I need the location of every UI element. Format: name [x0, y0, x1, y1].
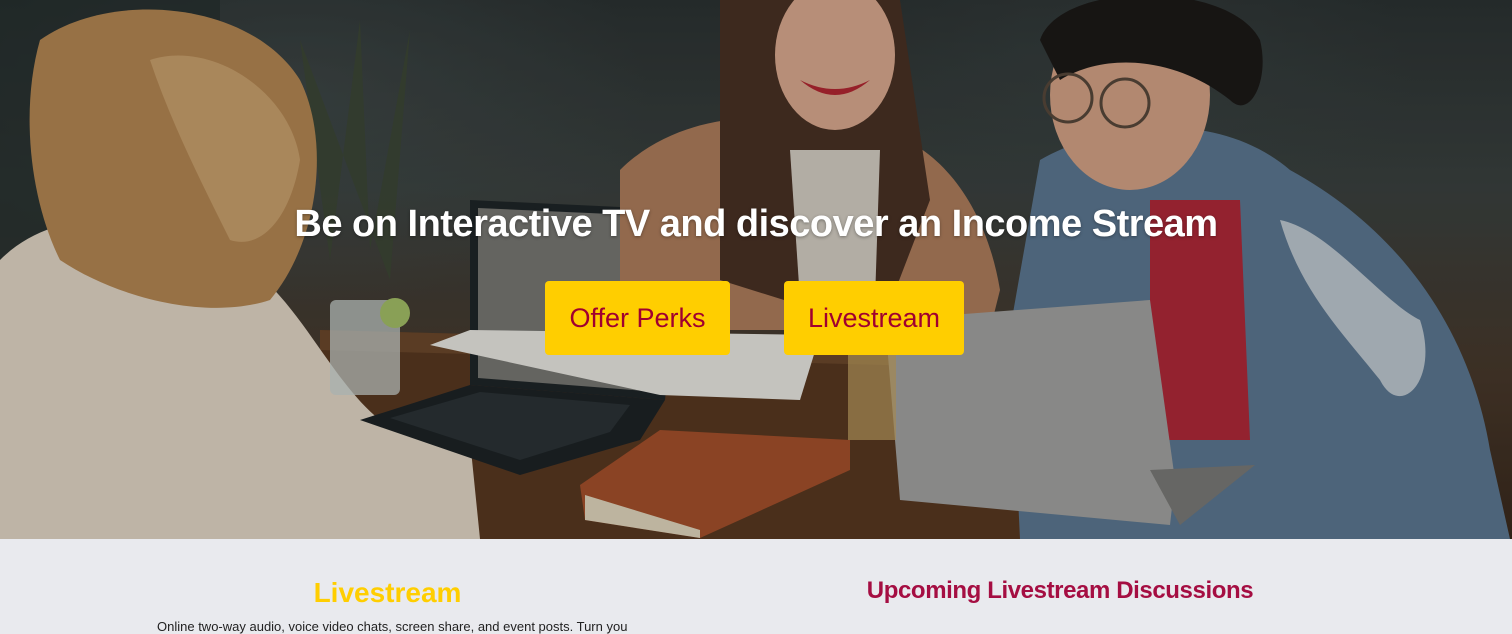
- hero-overlay: [0, 0, 1512, 539]
- livestream-heading: Livestream: [313, 577, 462, 608]
- hero-banner: Be on Interactive TV and discover an Inc…: [0, 0, 1512, 539]
- content-section: Livestream Online two-way audio, voice v…: [0, 539, 1512, 634]
- upcoming-discussions-heading: Upcoming Livestream Discussions: [866, 577, 1254, 604]
- livestream-button[interactable]: Livestream: [784, 281, 964, 355]
- hero-title: Be on Interactive TV and discover an Inc…: [294, 203, 1218, 245]
- offer-perks-button[interactable]: Offer Perks: [545, 281, 730, 355]
- livestream-description: Online two-way audio, voice video chats,…: [157, 619, 627, 634]
